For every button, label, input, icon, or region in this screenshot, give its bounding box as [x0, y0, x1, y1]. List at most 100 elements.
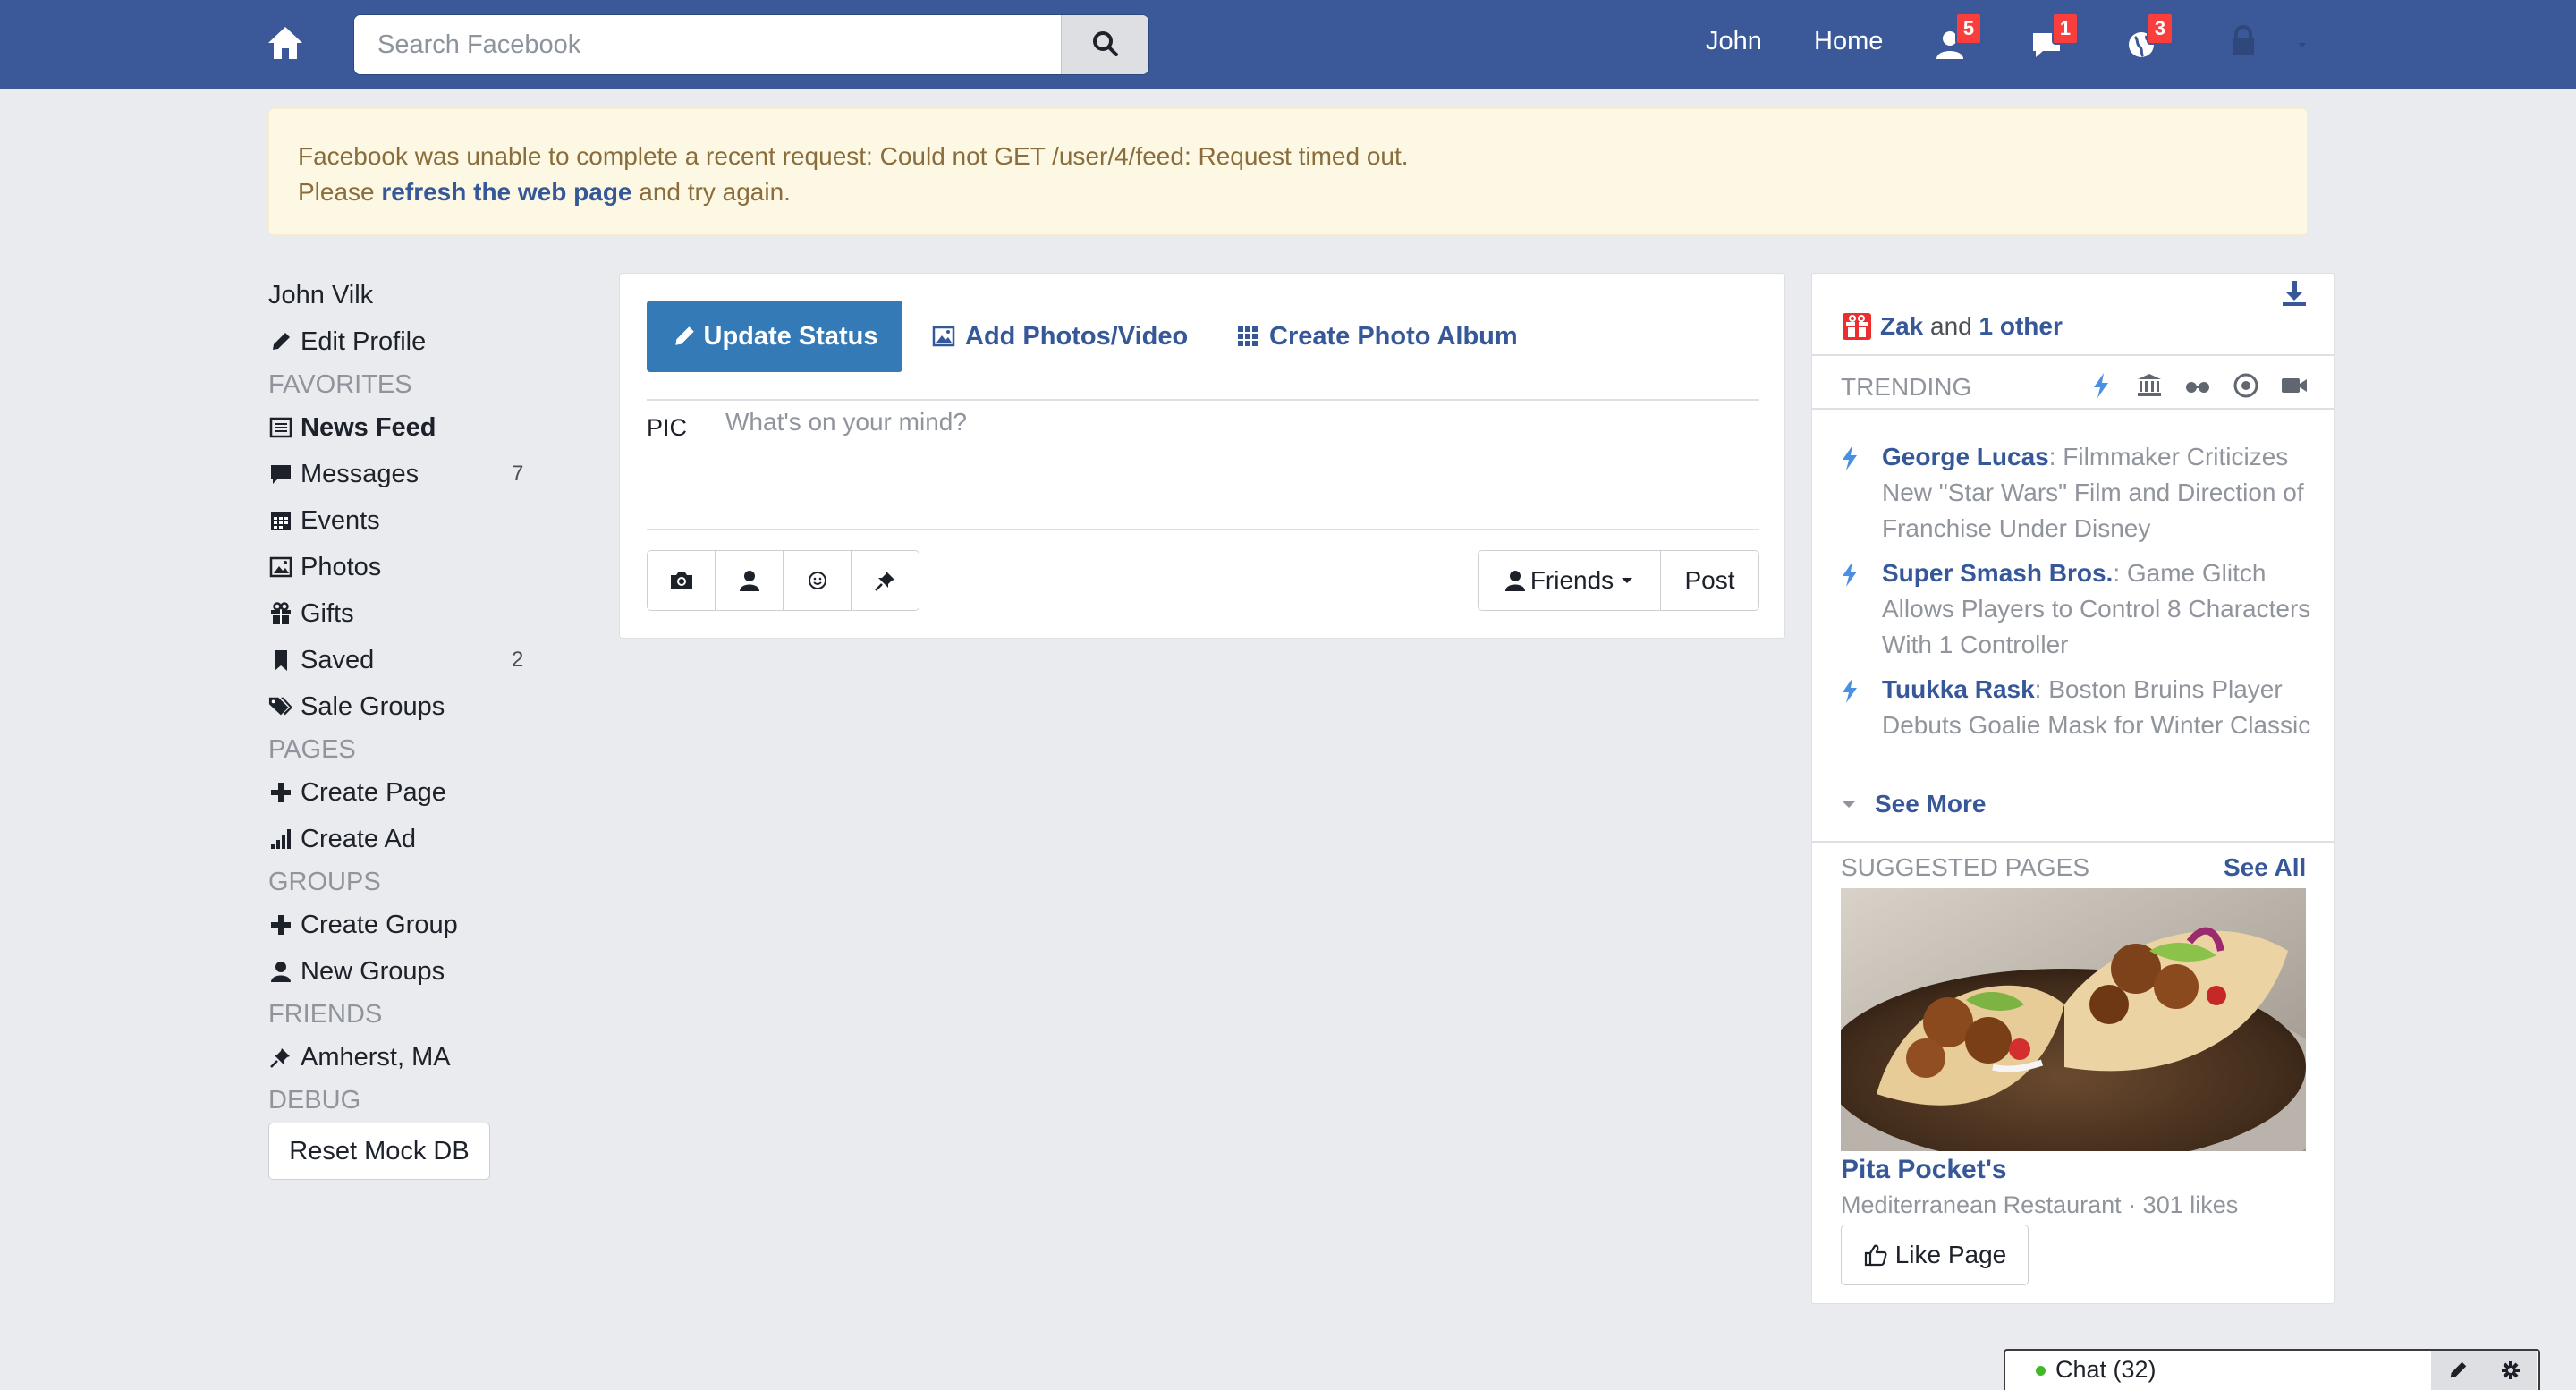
settings-icon[interactable] — [2500, 1360, 2521, 1381]
favorites-header: FAVORITES — [268, 369, 412, 399]
friends-header: FRIENDS — [268, 999, 383, 1029]
refresh-link[interactable]: refresh the web page — [381, 178, 631, 206]
picture-icon — [932, 326, 955, 347]
sidebar-item-events[interactable]: Events — [268, 501, 380, 540]
tab-add-photos[interactable]: Add Photos/Video — [931, 301, 1188, 372]
pages-header: PAGES — [268, 734, 356, 764]
thumbs-up-icon — [1864, 1244, 1887, 1267]
suggested-page-image[interactable] — [1841, 888, 2306, 1151]
composer-tools — [647, 550, 919, 611]
bolt-icon — [1843, 445, 1857, 470]
messages-count: 7 — [512, 462, 524, 486]
trending-item[interactable]: George Lucas: Filmmaker Criticizes New "… — [1839, 439, 2313, 547]
home-link[interactable]: Home — [1814, 27, 1883, 56]
birthday-name-link[interactable]: Zak — [1880, 312, 1923, 341]
bolt-icon — [1843, 562, 1857, 587]
check-in-button[interactable] — [852, 551, 919, 610]
caret-down-icon — [2299, 43, 2306, 47]
top-navbar: John Home 5 1 3 — [0, 0, 2576, 89]
video-camera-icon[interactable] — [2279, 370, 2309, 401]
error-alert: Facebook was unable to complete a recent… — [268, 108, 2308, 235]
chat-bar[interactable]: Chat (32) — [2004, 1349, 2540, 1390]
search-bar — [353, 14, 1149, 75]
online-indicator — [2036, 1366, 2046, 1376]
sidebar-item-edit-profile[interactable]: Edit Profile — [268, 322, 426, 361]
friend-requests-button[interactable]: 5 — [1930, 13, 1982, 70]
pencil-icon — [674, 326, 694, 345]
caret-down-icon — [1622, 578, 1633, 583]
sidebar-item-sale-groups[interactable]: Sale Groups — [268, 687, 445, 726]
trending-item[interactable]: Tuukka Rask: Boston Bruins Player Debuts… — [1839, 672, 2313, 743]
calendar-icon — [268, 508, 293, 533]
sidebar-item-create-page[interactable]: Create Page — [268, 773, 446, 812]
see-all-link[interactable]: See All — [2224, 853, 2306, 882]
suggested-page-name[interactable]: Pita Pocket's — [1841, 1155, 2007, 1185]
pushpin-icon — [268, 1045, 293, 1070]
gift-icon — [268, 601, 293, 626]
tag-friends-button[interactable] — [716, 551, 784, 610]
tab-update-status[interactable]: Update Status — [647, 301, 902, 372]
divider — [1812, 408, 2334, 410]
tab-create-album[interactable]: Create Photo Album — [1235, 301, 1518, 372]
messages-button[interactable]: 1 — [2027, 13, 2079, 70]
tags-icon — [268, 694, 293, 719]
sidebar-item-gifts[interactable]: Gifts — [268, 594, 354, 633]
sidebar-item-news-feed[interactable]: News Feed — [268, 408, 436, 447]
bolt-icon[interactable] — [2086, 370, 2116, 401]
suggested-page-meta: Mediterranean Restaurant · 301 likes — [1841, 1191, 2239, 1218]
reset-mock-db-button[interactable]: Reset Mock DB — [268, 1123, 490, 1180]
camera-icon — [670, 572, 692, 589]
smiley-icon — [808, 572, 826, 589]
friend-requests-badge: 5 — [1955, 13, 1982, 45]
sidebar-item-location[interactable]: Amherst, MA — [268, 1038, 451, 1077]
sidebar-user-name[interactable]: John Vilk — [268, 275, 373, 315]
newspaper-icon — [268, 415, 293, 440]
pencil-icon — [268, 329, 293, 354]
compose-icon[interactable] — [2447, 1360, 2469, 1381]
pushpin-icon — [874, 572, 894, 591]
picture-icon — [268, 555, 293, 580]
see-more-trending[interactable]: See More — [1839, 790, 1987, 818]
birthday-other-link[interactable]: 1 other — [1979, 312, 2063, 341]
sidebar-item-saved[interactable]: Saved — [268, 640, 374, 680]
trending-item[interactable]: Super Smash Bros.: Game Glitch Allows Pl… — [1839, 555, 2313, 663]
suggested-pages-header: SUGGESTED PAGES — [1841, 853, 2089, 881]
audience-selector[interactable]: Friends — [1478, 550, 1661, 611]
post-button[interactable]: Post — [1660, 550, 1759, 611]
privacy-menu[interactable] — [2229, 25, 2309, 63]
plus-icon — [268, 780, 293, 805]
user-icon — [739, 571, 759, 591]
like-page-button[interactable]: Like Page — [1841, 1225, 2029, 1285]
sidebar-item-create-group[interactable]: Create Group — [268, 905, 458, 945]
caret-down-icon — [1842, 801, 1856, 808]
notifications-button[interactable]: 3 — [2122, 13, 2174, 70]
add-photo-button[interactable] — [648, 551, 716, 610]
sidebar-item-create-ad[interactable]: Create Ad — [268, 819, 416, 859]
right-sidebar: Zak and 1 other TRENDING George Lucas: F… — [1811, 273, 2334, 1304]
target-icon[interactable] — [2231, 370, 2261, 401]
chat-tools — [2431, 1351, 2537, 1390]
alert-message: Facebook was unable to complete a recent… — [298, 142, 1409, 170]
profile-link[interactable]: John — [1706, 27, 1762, 56]
glasses-icon[interactable] — [2182, 370, 2213, 401]
divider — [1812, 841, 2334, 843]
search-button[interactable] — [1061, 15, 1148, 74]
sidebar-item-messages[interactable]: Messages — [268, 454, 419, 494]
status-input[interactable] — [725, 408, 1754, 479]
alert-instructions: Please refresh the web page and try agai… — [298, 178, 791, 206]
comment-icon — [268, 462, 293, 487]
signal-bars-icon — [268, 826, 293, 852]
status-composer: Update Status Add Photos/Video Create Ph… — [619, 273, 1785, 639]
sidebar-item-photos[interactable]: Photos — [268, 547, 381, 587]
search-icon — [1092, 30, 1119, 60]
landmark-icon[interactable] — [2134, 370, 2165, 401]
sidebar-item-new-groups[interactable]: New Groups — [268, 952, 445, 991]
bolt-icon — [1843, 678, 1857, 703]
feeling-button[interactable] — [784, 551, 852, 610]
home-icon[interactable] — [267, 25, 304, 63]
trending-categories — [2086, 370, 2309, 401]
download-icon[interactable] — [2281, 279, 2308, 314]
chat-label[interactable]: Chat (32) — [2055, 1356, 2157, 1384]
user-icon — [1504, 571, 1525, 591]
search-input[interactable] — [354, 15, 1061, 74]
